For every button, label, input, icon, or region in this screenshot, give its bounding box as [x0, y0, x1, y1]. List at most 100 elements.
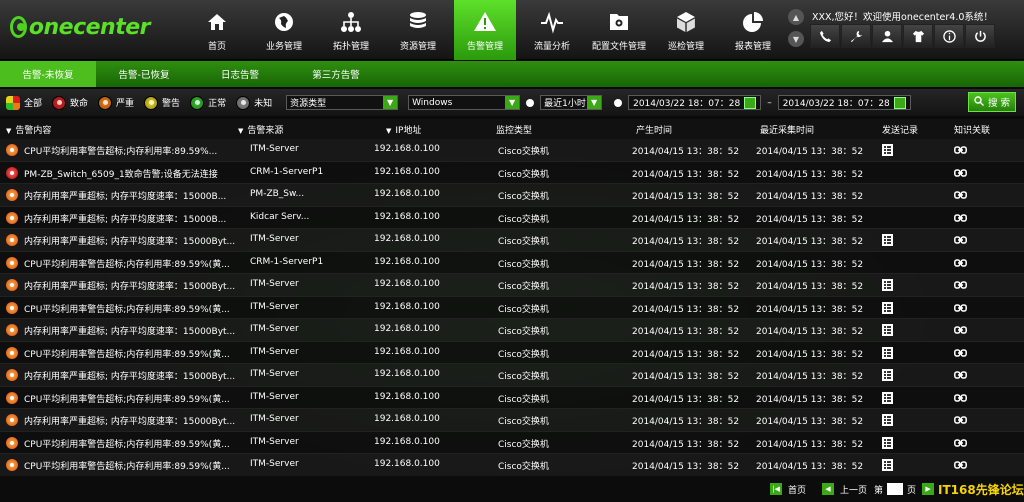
knowledge-link-icon[interactable] [954, 257, 967, 269]
cell-source: ITM-Server [250, 324, 299, 334]
cube-icon [673, 9, 699, 35]
knowledge-link-icon[interactable] [954, 324, 967, 336]
nav-item-1[interactable]: 业务管理 [253, 0, 315, 60]
knowledge-link-icon[interactable] [954, 369, 967, 381]
phone-button[interactable] [810, 24, 840, 48]
column-header-7[interactable]: 知识关联 [954, 123, 990, 136]
send-record-icon[interactable] [882, 324, 893, 336]
nav-item-4[interactable]: 告警管理 [454, 0, 516, 60]
tab-3[interactable]: 第三方告警 [288, 61, 384, 87]
calendar-icon[interactable] [744, 96, 757, 109]
info-button[interactable] [934, 24, 964, 48]
first-page-button[interactable]: |◀ 首页 [770, 483, 806, 496]
user-button[interactable] [872, 24, 902, 48]
table-row[interactable]: PM-ZB_Switch_6509_1致命告警;设备无法连接 CRM-1-Serv… [0, 161, 1024, 184]
send-record-icon[interactable] [882, 279, 893, 291]
level-filter-3[interactable]: 警告 [144, 95, 180, 110]
shirt-button[interactable] [903, 24, 933, 48]
knowledge-link-icon[interactable] [954, 347, 967, 359]
arrow-up-icon[interactable]: ▲ [788, 9, 804, 25]
power-button[interactable] [965, 24, 995, 48]
column-header-4[interactable]: 产生时间 [636, 123, 672, 136]
knowledge-link-icon[interactable] [954, 392, 967, 404]
search-button[interactable]: 搜 索 [968, 92, 1016, 112]
column-header-1[interactable]: ▼ 告警来源 [238, 123, 283, 136]
table-row[interactable]: CPU平均利用率警告超标;内存利用率:89.59%(黄... ITM-Server… [0, 386, 1024, 409]
prev-page-button[interactable]: ◀ 上一页 [822, 483, 867, 496]
table-row[interactable]: CPU平均利用率警告超标;内存利用率:89.59%(黄... ITM-Server… [0, 296, 1024, 319]
knowledge-link-icon[interactable] [954, 414, 967, 426]
cell-source: ITM-Server [250, 414, 299, 424]
alarm-table: ▼ 告警内容 ▼ 告警来源 ▼ IP地址 监控类型 产生时间 最近采集时间 发送记录 知识关联 CP… [0, 119, 1024, 477]
page-jump: 第 页 ▶ [874, 483, 940, 496]
send-record-icon[interactable] [882, 459, 893, 471]
table-row[interactable]: CPU平均利用率警告超标;内存利用率:89.59%(黄... ITM-Server… [0, 454, 1024, 477]
table-row[interactable]: 内存利用率严重超标; 内存平均度速率：15000Byt... ITM-Server… [0, 319, 1024, 342]
date-to-input[interactable]: 2014/03/22 18：07：28 [777, 95, 911, 110]
table-row[interactable]: CPU平均利用率警告超标;内存利用率:89.59%(黄... ITM-Server… [0, 341, 1024, 364]
column-header-0[interactable]: ▼ 告警内容 [6, 123, 51, 136]
level-filter-4[interactable]: 正常 [190, 95, 226, 110]
tab-2[interactable]: 日志告警 [192, 61, 288, 87]
nav-item-8[interactable]: 报表管理 [722, 0, 784, 60]
nav-item-5[interactable]: 流量分析 [521, 0, 583, 60]
next-page-icon[interactable]: ▶ [922, 483, 935, 495]
send-record-icon[interactable] [882, 414, 893, 426]
knowledge-link-icon[interactable] [954, 144, 967, 156]
send-record-icon[interactable] [882, 234, 893, 246]
column-header-5[interactable]: 最近采集时间 [760, 123, 814, 136]
wrench-button[interactable] [841, 24, 871, 48]
os-select[interactable]: Windows ▼ [408, 95, 521, 110]
nav-item-2[interactable]: 拓扑管理 [320, 0, 382, 60]
table-row[interactable]: 内存利用率严重超标; 内存平均度速率：15000Byt... ITM-Server… [0, 274, 1024, 297]
send-record-icon[interactable] [882, 369, 893, 381]
top-bar: onecenter 首页 业务管理 拓扑管理 资源管理 告警管理 流量分析 配置文件管理 巡检… [0, 0, 1024, 60]
arrow-down-icon[interactable]: ▼ [788, 31, 804, 47]
column-header-3[interactable]: 监控类型 [496, 123, 532, 136]
level-filter-5[interactable]: 未知 [236, 95, 272, 110]
send-record-icon[interactable] [882, 391, 893, 404]
range-radio[interactable] [526, 98, 535, 107]
level-filter-0[interactable]: 全部 [6, 95, 42, 110]
nav-item-0[interactable]: 首页 [186, 0, 248, 60]
send-record-icon[interactable] [882, 346, 893, 359]
send-record-icon[interactable] [882, 436, 893, 449]
cell-source: CRM-1-ServerP1 [250, 256, 324, 267]
date-from-input[interactable]: 2014/03/22 18：07：28 [628, 95, 762, 110]
level-filter-2[interactable]: 严重 [98, 95, 134, 110]
knowledge-link-icon[interactable] [954, 302, 967, 314]
knowledge-link-icon[interactable] [954, 279, 967, 291]
warning-icon [472, 9, 498, 35]
knowledge-link-icon[interactable] [954, 189, 967, 201]
date-radio[interactable] [614, 98, 623, 107]
knowledge-link-icon[interactable] [954, 437, 967, 449]
send-record-icon[interactable] [882, 301, 893, 314]
tab-0[interactable]: 告警-未恢复 [0, 61, 96, 87]
level-filter-1[interactable]: 致命 [52, 95, 88, 110]
table-body: CPU平均利用率警告超标;内存利用率:89.59%... ITM-Server 19… [0, 139, 1024, 477]
table-row[interactable]: 内存利用率严重超标; 内存平均度速率：15000B... Kidcar Serv.… [0, 206, 1024, 229]
table-row[interactable]: CPU平均利用率警告超标;内存利用率:89.59%(黄... ITM-Server… [0, 431, 1024, 454]
column-header-2[interactable]: ▼ IP地址 [386, 123, 421, 136]
nav-item-3[interactable]: 资源管理 [387, 0, 449, 60]
knowledge-link-icon[interactable] [954, 167, 967, 179]
knowledge-link-icon[interactable] [954, 459, 967, 471]
table-row[interactable]: 内存利用率严重超标; 内存平均度速率：15000Byt... ITM-Server… [0, 364, 1024, 387]
send-record-icon[interactable] [882, 144, 893, 156]
table-row[interactable]: CPU平均利用率警告超标;内存利用率:89.59%... ITM-Server 19… [0, 139, 1024, 162]
table-row[interactable]: CPU平均利用率警告超标;内存利用率:89.59%(黄... CRM-1-Serv… [0, 251, 1024, 274]
resource-type-select[interactable]: 资源类型 ▼ [286, 95, 399, 110]
calendar-icon[interactable] [893, 96, 906, 109]
nav-item-7[interactable]: 巡检管理 [655, 0, 717, 60]
knowledge-link-icon[interactable] [954, 234, 967, 246]
tab-1[interactable]: 告警-已恢复 [96, 61, 192, 87]
table-row[interactable]: 内存利用率严重超标; 内存平均度速率：15000B... PM-ZB_Sw... 1… [0, 184, 1024, 207]
cell-created: 2014/04/15 13：38：52 [632, 169, 740, 180]
range-select[interactable]: 最近1小时 ▼ [540, 95, 603, 110]
column-header-6[interactable]: 发送记录 [882, 123, 918, 136]
knowledge-link-icon[interactable] [954, 212, 967, 224]
table-row[interactable]: 内存利用率严重超标; 内存平均度速率：15000Byt... ITM-Server… [0, 229, 1024, 252]
page-number-input[interactable] [887, 483, 904, 495]
nav-item-6[interactable]: 配置文件管理 [588, 0, 650, 60]
table-row[interactable]: 内存利用率严重超标; 内存平均度速率：15000Byt... ITM-Server… [0, 409, 1024, 432]
